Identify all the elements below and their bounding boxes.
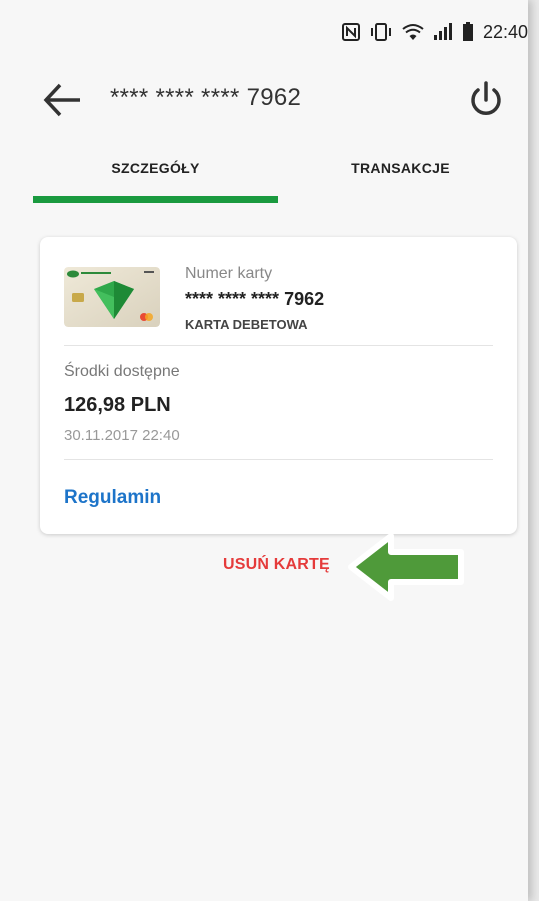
status-time: 22:40 [482,21,528,42]
battery-icon [462,22,473,41]
available-funds-value: 126,98 PLN [64,394,171,416]
tab-bar: SZCZEGÓŁY TRANSAKCJE [0,150,528,210]
divider [64,345,493,346]
page-title: **** **** **** 7962 [110,84,302,111]
card-number-value: **** **** **** 7962 [185,289,324,310]
card-number-mask: **** **** **** [185,289,280,309]
available-funds-timestamp: 30.11.2017 22:40 [64,427,180,444]
remove-card-button[interactable]: USUŃ KARTĘ [223,556,330,574]
card-type: KARTA DEBETOWA [185,317,308,332]
logout-button[interactable] [464,78,508,122]
available-funds-label: Środki dostępne [64,363,180,380]
card-details-panel: Numer karty **** **** **** 7962 KARTA DE… [40,237,517,534]
annotation-arrow-icon [348,533,464,601]
wifi-icon [402,24,424,40]
back-button[interactable] [40,80,84,120]
signal-icon [433,23,452,40]
card-number-label: Numer karty [185,265,273,282]
nfc-icon [341,23,360,41]
arrow-left-icon [43,83,80,117]
power-icon [471,81,501,115]
status-bar: 22:40 [0,0,528,60]
status-icons: 22:40 [341,20,528,44]
phone-screen: 22:40 **** **** **** 7962 SZCZEGÓŁY TRAN… [0,0,528,901]
card-number-last-digits: 7962 [284,289,325,309]
tab-details[interactable]: SZCZEGÓŁY [33,160,278,200]
card-image [64,267,160,327]
divider [64,459,493,460]
tab-transactions[interactable]: TRANSAKCJE [278,160,523,200]
active-tab-indicator [33,196,278,203]
app-bar: **** **** **** 7962 [0,70,528,130]
terms-link[interactable]: Regulamin [64,487,161,509]
vibrate-icon [370,23,391,41]
